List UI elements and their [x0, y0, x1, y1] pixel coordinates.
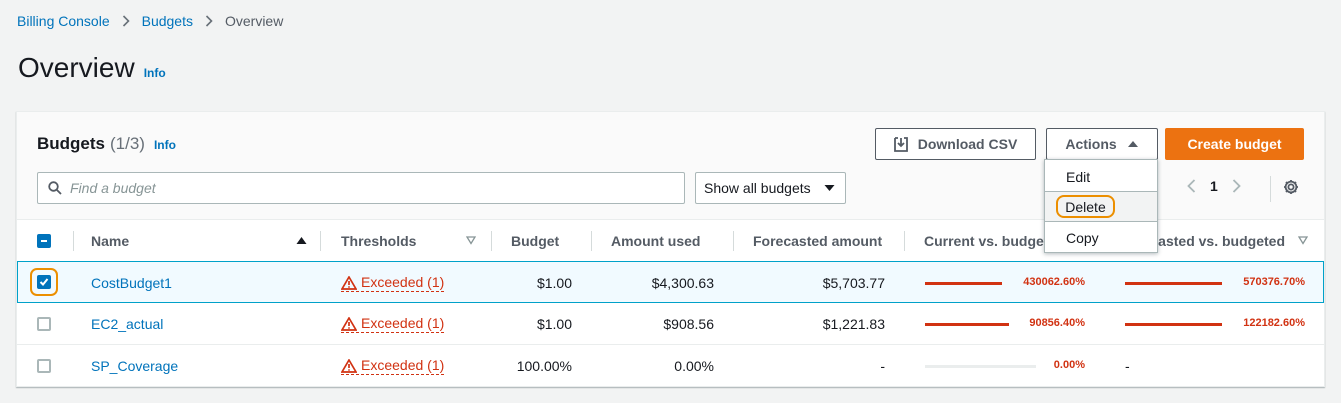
threshold-status[interactable]: Exceeded (1)	[341, 262, 445, 304]
download-csv-label: Download CSV	[917, 136, 1018, 152]
current-progress-bar	[925, 323, 1009, 326]
budget-filter-value: Show all budgets	[704, 180, 811, 196]
gear-icon[interactable]	[1283, 179, 1299, 195]
column-header-amount-used[interactable]: Amount used	[611, 220, 700, 262]
table-row[interactable]: SP_Coverage Exceeded (1) 100.00% 0.00% -…	[17, 345, 1324, 387]
budget-value: $1.00	[536, 316, 572, 332]
column-divider	[491, 231, 492, 251]
threshold-label: Exceeded (1)	[361, 357, 445, 373]
download-csv-button[interactable]: Download CSV	[875, 128, 1036, 160]
amount-used-value: 0.00%	[674, 358, 714, 374]
amount-used-value: $4,300.63	[651, 275, 714, 291]
column-divider	[320, 231, 321, 251]
forecast-percentage: 122182.60%	[1243, 317, 1305, 329]
forecast-progress-bar	[1125, 323, 1222, 326]
create-budget-button[interactable]: Create budget	[1165, 128, 1304, 160]
forecast-progress-bar	[1125, 282, 1222, 285]
row-checkbox[interactable]	[37, 359, 51, 373]
budgets-table-panel: Budgets (1/3) Info Download CSV Actions …	[16, 111, 1325, 387]
column-divider	[904, 231, 905, 251]
page-info-link[interactable]: Info	[144, 66, 166, 80]
column-divider	[733, 231, 734, 251]
breadcrumb: Billing Console Budgets Overview	[17, 11, 283, 31]
caret-up-icon	[1127, 141, 1138, 147]
breadcrumb-budgets[interactable]: Budgets	[142, 13, 193, 29]
panel-header: Budgets (1/3) Info Download CSV Actions …	[17, 112, 1324, 253]
table-row[interactable]: CostBudget1 Exceeded (1) $1.00 $4,300.63…	[17, 261, 1324, 303]
amount-used-value: $908.56	[663, 316, 714, 332]
current-percentage: 0.00%	[1053, 359, 1085, 371]
selection-count: (1/3)	[110, 134, 145, 153]
forecasted-amount-value: -	[880, 358, 885, 374]
pagination-divider	[1270, 176, 1271, 202]
current-progress-fill	[925, 282, 1002, 285]
search-input[interactable]	[70, 180, 650, 196]
threshold-status[interactable]: Exceeded (1)	[341, 303, 445, 345]
panel-title-group: Budgets (1/3) Info	[37, 134, 176, 154]
checkmark-icon	[39, 278, 49, 286]
threshold-status[interactable]: Exceeded (1)	[341, 345, 445, 387]
budget-name-link[interactable]: SP_Coverage	[91, 345, 178, 387]
column-header-budget[interactable]: Budget	[511, 220, 559, 262]
budget-value: 100.00%	[516, 358, 572, 374]
column-header-forecasted-amount[interactable]: Forecasted amount	[753, 220, 882, 262]
page-header: Overview Info	[18, 52, 166, 84]
menu-item-delete[interactable]: Delete	[1045, 191, 1157, 222]
menu-item-edit[interactable]: Edit	[1045, 161, 1157, 192]
chevron-right-icon	[122, 15, 130, 27]
download-icon	[893, 136, 908, 152]
forecast-progress-fill	[1125, 323, 1222, 326]
pagination: 1	[1187, 178, 1241, 194]
delete-highlight: Delete	[1056, 195, 1115, 218]
search-icon	[48, 181, 62, 195]
panel-info-link[interactable]: Info	[154, 138, 176, 152]
chevron-right-icon	[205, 15, 213, 27]
forecasted-amount-value: $5,703.77	[822, 275, 885, 291]
column-divider	[591, 231, 592, 251]
current-percentage: 90856.40%	[1029, 317, 1085, 329]
threshold-label: Exceeded (1)	[361, 274, 445, 290]
sort-icon[interactable]	[1298, 236, 1308, 245]
menu-item-copy[interactable]: Copy	[1045, 222, 1157, 253]
sort-ascending-icon[interactable]	[296, 236, 307, 245]
current-percentage: 430062.60%	[1023, 276, 1085, 288]
warning-icon	[341, 358, 357, 373]
chevron-left-icon[interactable]	[1187, 179, 1196, 193]
column-header-name[interactable]: Name	[91, 220, 129, 262]
column-header-thresholds[interactable]: Thresholds	[341, 220, 416, 262]
actions-button[interactable]: Actions	[1046, 128, 1158, 160]
breadcrumb-billing-console[interactable]: Billing Console	[17, 13, 110, 29]
warning-icon	[341, 316, 357, 331]
budget-value: $1.00	[536, 275, 572, 291]
budget-name-link[interactable]: EC2_actual	[91, 303, 163, 345]
search-box	[37, 172, 685, 204]
table-row[interactable]: EC2_actual Exceeded (1) $1.00 $908.56 $1…	[17, 303, 1324, 345]
forecasted-amount-value: $1,221.83	[822, 316, 885, 332]
panel-title: Budgets	[37, 134, 105, 153]
chevron-right-icon[interactable]	[1232, 179, 1241, 193]
select-all-checkbox[interactable]	[37, 234, 51, 248]
actions-label: Actions	[1065, 136, 1117, 152]
forecast-progress-fill	[1125, 282, 1222, 285]
row-checkbox[interactable]	[37, 317, 51, 331]
current-page-number[interactable]: 1	[1210, 178, 1218, 194]
forecast-percentage: 570376.70%	[1243, 276, 1305, 288]
budget-name-link[interactable]: CostBudget1	[91, 262, 172, 304]
column-divider	[73, 231, 74, 251]
indeterminate-icon	[41, 240, 47, 242]
current-progress-fill	[925, 323, 1009, 326]
threshold-label: Exceeded (1)	[361, 315, 445, 331]
actions-dropdown-menu: Edit Delete Copy	[1044, 159, 1158, 253]
sort-icon[interactable]	[466, 236, 476, 245]
forecast-percentage: -	[1125, 358, 1130, 374]
budget-filter-select[interactable]: Show all budgets	[695, 172, 846, 204]
current-progress-bar	[925, 282, 1002, 285]
breadcrumb-overview: Overview	[224, 13, 284, 29]
warning-icon	[341, 275, 357, 290]
caret-down-icon	[824, 185, 835, 191]
page-title: Overview	[18, 52, 135, 83]
row-checkbox[interactable]	[37, 275, 51, 289]
